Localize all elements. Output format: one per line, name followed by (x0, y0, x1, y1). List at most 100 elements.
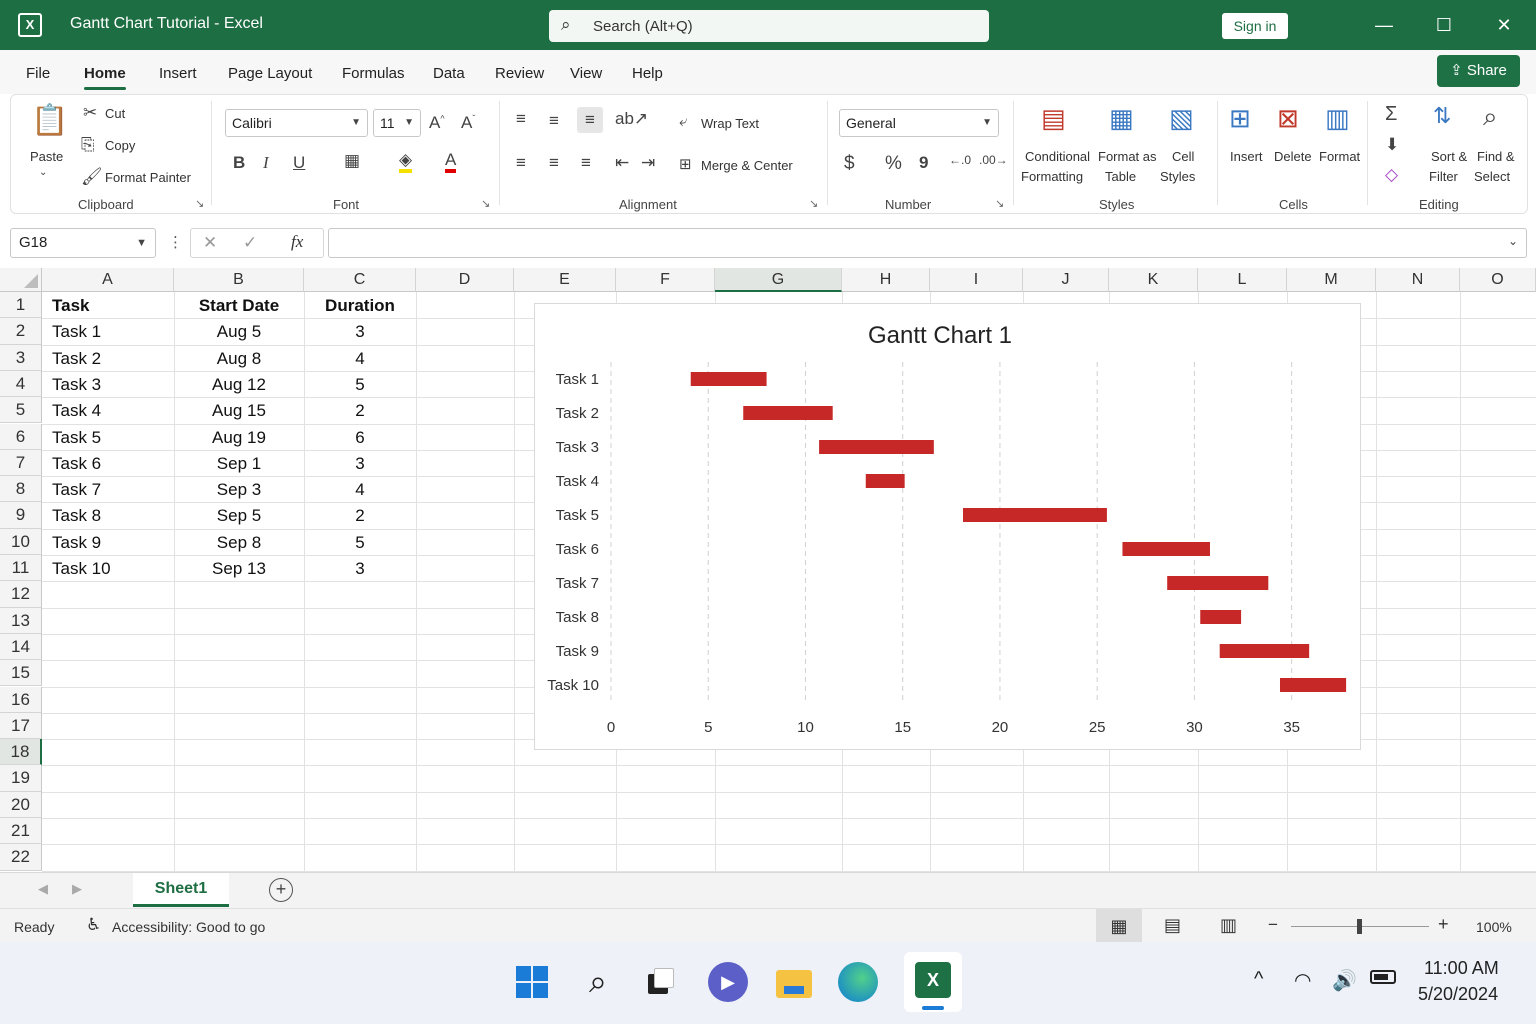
increase-decimal-icon[interactable]: ←.0 (949, 153, 971, 167)
task-view-icon[interactable] (640, 962, 680, 1002)
format-as-table-label-2[interactable]: Table (1105, 169, 1136, 184)
align-middle-icon[interactable]: ≡ (549, 111, 559, 131)
column-header-o[interactable]: O (1460, 268, 1536, 292)
find-select-label-2[interactable]: Select (1474, 169, 1510, 184)
number-launcher-icon[interactable]: ↘ (995, 197, 1004, 210)
decrease-font-icon[interactable]: Aˇ (461, 113, 475, 133)
italic-button[interactable]: I (263, 153, 269, 173)
format-painter-icon[interactable]: 🖌 (81, 167, 103, 187)
row-header-22[interactable]: 22 (0, 844, 42, 871)
share-button[interactable]: ⇪ Share (1437, 55, 1520, 87)
table-cell[interactable]: Sep 8 (174, 533, 304, 553)
column-header-n[interactable]: N (1376, 268, 1460, 292)
tab-review[interactable]: Review (495, 65, 544, 82)
sign-in-button[interactable]: Sign in (1222, 13, 1288, 39)
table-cell[interactable]: Aug 15 (174, 401, 304, 421)
alignment-launcher-icon[interactable]: ↘ (809, 197, 818, 210)
number-format-dropdown[interactable]: General ▼ (839, 109, 999, 137)
format-as-table-icon[interactable]: ▦ (1109, 103, 1134, 134)
font-color-icon[interactable]: A (445, 151, 457, 173)
bold-button[interactable]: B (233, 153, 245, 173)
merge-center-icon[interactable]: ⊞ (679, 155, 692, 173)
orientation-icon[interactable]: ab↗ (615, 109, 648, 129)
table-cell[interactable]: 5 (304, 533, 416, 553)
table-cell[interactable]: Aug 19 (174, 428, 304, 448)
tab-file[interactable]: File (26, 65, 50, 82)
delete-cells-button[interactable]: Delete (1274, 149, 1312, 164)
table-cell[interactable]: 6 (304, 428, 416, 448)
insert-cells-icon[interactable]: ⊞ (1229, 103, 1251, 134)
table-cell[interactable]: Aug 12 (174, 375, 304, 395)
table-cell[interactable]: Task 4 (52, 401, 101, 421)
sort-filter-icon[interactable]: ⇅ (1433, 103, 1451, 129)
taskbar-time[interactable]: 11:00 AM (1424, 958, 1499, 979)
page-layout-view-icon[interactable]: ▤ (1164, 915, 1181, 936)
zoom-slider[interactable] (1291, 919, 1429, 934)
tab-page-layout[interactable]: Page Layout (228, 65, 312, 82)
paste-button[interactable]: Paste (30, 149, 63, 164)
column-header-f[interactable]: F (616, 268, 715, 292)
tab-insert[interactable]: Insert (159, 65, 197, 82)
tab-help[interactable]: Help (632, 65, 663, 82)
table-cell[interactable]: 5 (304, 375, 416, 395)
merge-center-button[interactable]: Merge & Center (701, 158, 793, 173)
expand-formula-icon[interactable]: ⌄ (1508, 234, 1518, 248)
row-header-1[interactable]: 1 (0, 292, 42, 319)
table-cell[interactable]: Sep 3 (174, 480, 304, 500)
normal-view-icon[interactable]: ▦ (1096, 909, 1142, 943)
decrease-decimal-icon[interactable]: .00→ (979, 153, 1008, 167)
column-header-k[interactable]: K (1109, 268, 1198, 292)
decrease-indent-icon[interactable]: ⇤ (615, 153, 629, 173)
underline-button[interactable]: U (293, 153, 305, 173)
table-cell[interactable]: Task 10 (52, 559, 111, 579)
column-header-i[interactable]: I (930, 268, 1023, 292)
align-top-icon[interactable]: ≡ (516, 109, 526, 129)
cancel-icon[interactable]: ✕ (203, 233, 217, 253)
table-cell[interactable]: 3 (304, 559, 416, 579)
table-cell[interactable]: Task 2 (52, 349, 101, 369)
row-header-7[interactable]: 7 (0, 449, 42, 477)
copy-button[interactable]: Copy (105, 138, 135, 153)
column-header-j[interactable]: J (1023, 268, 1109, 292)
paste-chevron-icon[interactable]: ⌄ (39, 167, 47, 178)
teams-icon[interactable]: ▶ (708, 962, 748, 1002)
header-cell[interactable]: Task (52, 296, 90, 316)
increase-indent-icon[interactable]: ⇥ (641, 153, 655, 173)
page-break-view-icon[interactable]: ▥ (1220, 915, 1237, 936)
enter-icon[interactable]: ✓ (243, 233, 257, 253)
header-cell[interactable]: Start Date (174, 296, 304, 316)
formula-input[interactable]: ⌄ (328, 228, 1527, 258)
row-header-16[interactable]: 16 (0, 686, 42, 713)
font-name-dropdown[interactable]: Calibri ▼ (225, 109, 368, 137)
align-right-icon[interactable]: ≡ (581, 153, 591, 173)
align-center-icon[interactable]: ≡ (549, 153, 559, 173)
column-header-a[interactable]: A (42, 268, 174, 292)
font-size-dropdown[interactable]: 11 ▼ (373, 109, 421, 137)
tab-data[interactable]: Data (433, 65, 465, 82)
conditional-formatting-label-1[interactable]: Conditional (1025, 149, 1090, 164)
clipboard-launcher-icon[interactable]: ↘ (195, 197, 204, 210)
table-cell[interactable]: 4 (304, 480, 416, 500)
copy-icon[interactable]: ⎘ (81, 135, 95, 155)
row-header-3[interactable]: 3 (0, 344, 42, 371)
cell-styles-label-2[interactable]: Styles (1160, 169, 1195, 184)
zoom-out-icon[interactable]: − (1268, 915, 1278, 935)
sort-filter-label-2[interactable]: Filter (1429, 169, 1458, 184)
search-taskbar-icon[interactable]: ⌕ (578, 962, 618, 1002)
fill-color-icon[interactable]: ◈ (399, 151, 413, 173)
table-cell[interactable]: Sep 1 (174, 454, 304, 474)
autosum-icon[interactable]: Σ (1385, 103, 1397, 126)
close-button[interactable]: ✕ (1484, 10, 1524, 40)
zoom-in-icon[interactable]: + (1438, 914, 1449, 935)
table-cell[interactable]: Task 8 (52, 506, 101, 526)
cut-button[interactable]: Cut (105, 106, 125, 121)
maximize-button[interactable]: ☐ (1424, 10, 1464, 40)
column-header-m[interactable]: M (1287, 268, 1376, 292)
format-cells-button[interactable]: Format (1319, 149, 1360, 164)
clear-icon[interactable]: ◇ (1385, 165, 1398, 185)
taskbar-date[interactable]: 5/20/2024 (1418, 984, 1498, 1005)
row-header-6[interactable]: 6 (0, 423, 42, 450)
add-sheet-icon[interactable]: + (269, 878, 293, 902)
table-cell[interactable]: Sep 5 (174, 506, 304, 526)
accessibility-status[interactable]: Accessibility: Good to go (112, 919, 265, 935)
